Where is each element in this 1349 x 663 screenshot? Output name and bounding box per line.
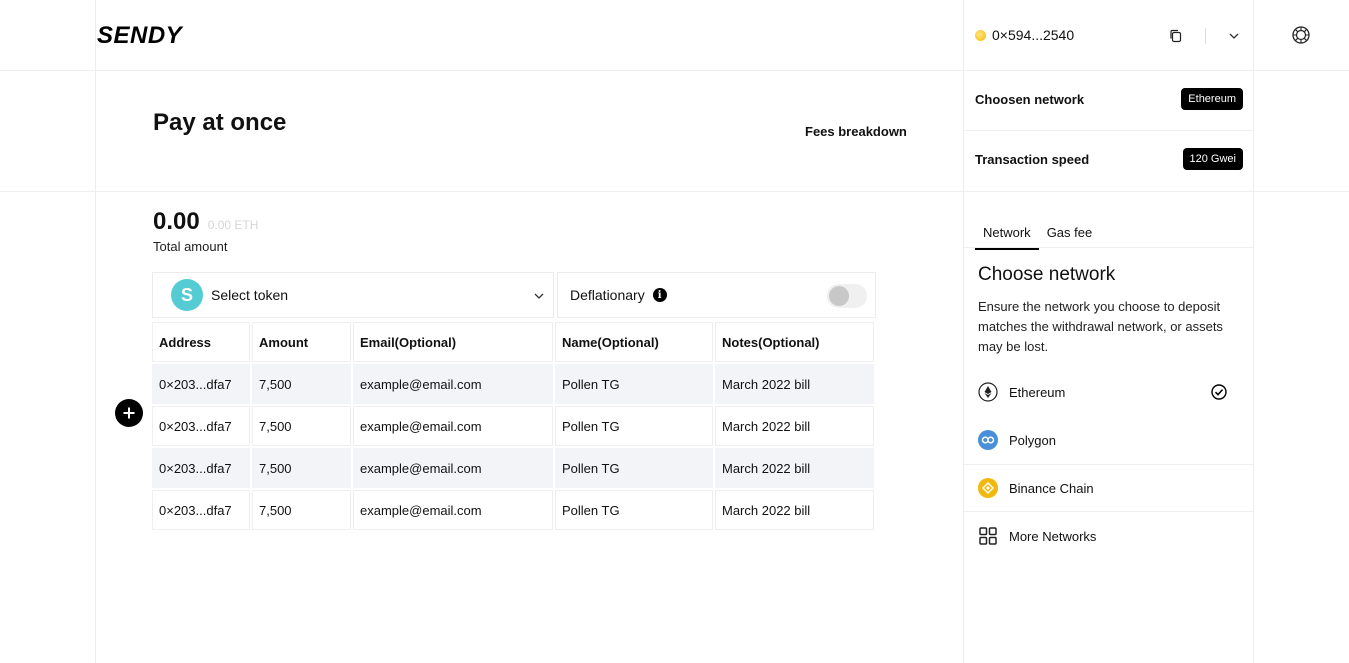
email-cell[interactable]: example@email.com [353, 406, 553, 446]
amount-cell[interactable]: 7,500 [252, 490, 351, 530]
chosen-network-label: Choosen network [975, 91, 1085, 107]
header-separator [1205, 28, 1206, 44]
amount-cell[interactable]: 7,500 [252, 448, 351, 488]
table-row[interactable]: 0×203...dfa7 7,500 example@email.com Pol… [152, 448, 874, 488]
address-cell[interactable]: 0×203...dfa7 [152, 448, 250, 488]
total-amount: 0.00 0.00 ETH [153, 208, 258, 236]
tab-network[interactable]: Network [975, 221, 1039, 250]
column-header-email: Email(Optional) [353, 322, 553, 362]
chosen-network-badge[interactable]: Ethereum [1181, 88, 1243, 110]
chevron-down-icon [534, 293, 544, 299]
recipients-table: Address Amount Email(Optional) Name(Opti… [150, 320, 876, 532]
notes-cell[interactable]: March 2022 bill [715, 406, 874, 446]
token-avatar: S [171, 279, 203, 311]
network-item-binance[interactable]: Binance Chain [964, 464, 1253, 512]
tab-gas-fee[interactable]: Gas fee [1039, 221, 1101, 250]
add-row-button[interactable] [115, 399, 143, 427]
network-name: More Networks [1009, 528, 1097, 544]
name-cell[interactable]: Pollen TG [555, 364, 713, 404]
notes-cell[interactable]: March 2022 bill [715, 490, 874, 530]
column-header-notes: Notes(Optional) [715, 322, 874, 362]
address-cell[interactable]: 0×203...dfa7 [152, 364, 250, 404]
amount-cell[interactable]: 7,500 [252, 364, 351, 404]
notes-cell[interactable]: March 2022 bill [715, 364, 874, 404]
column-header-amount: Amount [252, 322, 351, 362]
panel-tabs: Network Gas fee [975, 221, 1100, 250]
page-title: Pay at once [153, 109, 287, 136]
deflationary-label: Deflationary [570, 287, 645, 303]
email-cell[interactable]: example@email.com [353, 364, 553, 404]
wallet-avatar [975, 29, 986, 41]
binance-icon [978, 478, 998, 498]
table-header-row: Address Amount Email(Optional) Name(Opti… [152, 322, 874, 362]
choose-network-title: Choose network [978, 264, 1116, 285]
transaction-speed-row: Transaction speed 120 Gwei [975, 148, 1243, 170]
email-cell[interactable]: example@email.com [353, 448, 553, 488]
plus-icon [123, 407, 135, 419]
network-name: Polygon [1009, 432, 1056, 448]
total-amount-label: Total amount [153, 239, 228, 254]
column-header-name: Name(Optional) [555, 322, 713, 362]
chosen-network-row: Choosen network Ethereum [975, 88, 1243, 110]
table-row[interactable]: 0×203...dfa7 7,500 example@email.com Pol… [152, 364, 874, 404]
fees-breakdown-link[interactable]: Fees breakdown [805, 124, 907, 139]
total-amount-eth: 0.00 ETH [207, 218, 259, 232]
grid-icon [978, 526, 998, 546]
name-cell[interactable]: Pollen TG [555, 448, 713, 488]
check-circle-icon [1211, 384, 1227, 400]
name-cell[interactable]: Pollen TG [555, 406, 713, 446]
polygon-icon [978, 430, 998, 450]
column-header-address: Address [152, 322, 250, 362]
network-name: Binance Chain [1009, 480, 1094, 496]
info-icon[interactable]: i [652, 288, 667, 302]
token-select[interactable]: S Select token [152, 272, 554, 318]
network-name: Ethereum [1009, 384, 1066, 400]
chevron-down-icon[interactable] [1227, 29, 1241, 43]
settings-icon[interactable] [1290, 24, 1312, 46]
amount-cell[interactable]: 7,500 [252, 406, 351, 446]
name-cell[interactable]: Pollen TG [555, 490, 713, 530]
address-cell[interactable]: 0×203...dfa7 [152, 406, 250, 446]
token-select-label: Select token [211, 287, 289, 303]
copy-icon[interactable] [1168, 28, 1184, 44]
ethereum-icon [978, 382, 998, 402]
deflationary-toggle[interactable] [827, 284, 867, 308]
wallet-address[interactable]: 0×594...2540 [975, 27, 1074, 43]
app-logo[interactable]: SENDY [97, 22, 182, 50]
transaction-speed-badge[interactable]: 120 Gwei [1182, 148, 1243, 170]
network-item-polygon[interactable]: Polygon [964, 416, 1253, 464]
choose-network-description: Ensure the network you choose to deposit… [978, 299, 1223, 354]
network-item-more[interactable]: More Networks [964, 512, 1253, 560]
email-cell[interactable]: example@email.com [353, 490, 553, 530]
address-cell[interactable]: 0×203...dfa7 [152, 490, 250, 530]
total-amount-value: 0.00 [153, 208, 200, 235]
network-item-ethereum[interactable]: Ethereum [964, 368, 1253, 416]
wallet-address-text: 0×594...2540 [992, 27, 1075, 43]
deflationary-box: Deflationary i [557, 272, 876, 318]
notes-cell[interactable]: March 2022 bill [715, 448, 874, 488]
table-row[interactable]: 0×203...dfa7 7,500 example@email.com Pol… [152, 406, 874, 446]
toggle-knob [829, 286, 849, 306]
table-row[interactable]: 0×203...dfa7 7,500 example@email.com Pol… [152, 490, 874, 530]
transaction-speed-label: Transaction speed [975, 151, 1090, 167]
